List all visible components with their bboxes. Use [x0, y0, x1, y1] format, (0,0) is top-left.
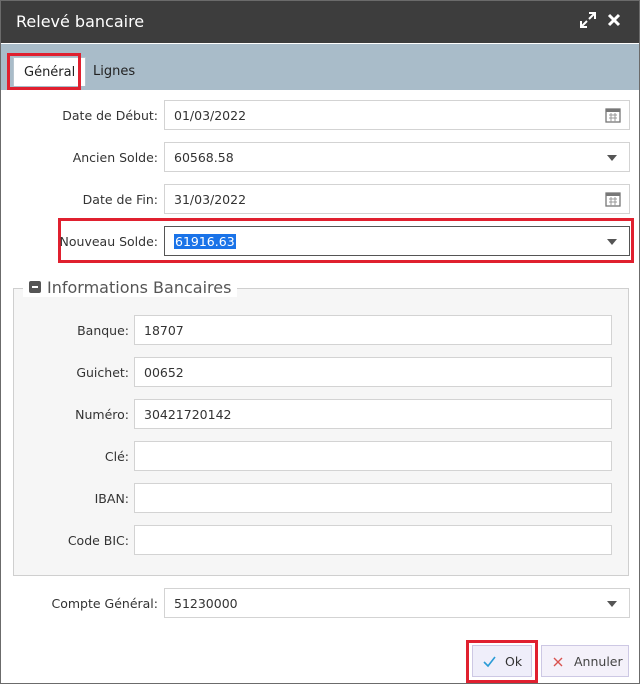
ok-button[interactable]: Ok: [472, 645, 532, 677]
date-debut-field[interactable]: 01/03/2022: [164, 100, 630, 130]
code-bic-label: Code BIC:: [67, 533, 129, 548]
ancien-solde-label: Ancien Solde:: [72, 150, 158, 165]
ancien-solde-field[interactable]: 60568.58: [164, 142, 630, 172]
collapse-icon[interactable]: [29, 280, 41, 293]
cancel-button[interactable]: Annuler: [541, 645, 629, 677]
compte-general-field[interactable]: 51230000: [164, 588, 630, 618]
check-icon: [483, 646, 496, 678]
nouveau-solde-label: Nouveau Solde:: [59, 234, 158, 249]
chevron-down-icon[interactable]: [607, 601, 617, 607]
compte-general-value: 51230000: [174, 596, 238, 611]
date-fin-value: 31/03/2022: [174, 192, 247, 207]
cle-field[interactable]: [134, 441, 612, 471]
tab-general[interactable]: Général: [13, 57, 87, 86]
banque-label: Banque:: [77, 323, 129, 338]
numero-field[interactable]: 30421720142: [134, 399, 612, 429]
bank-statement-dialog: Relevé bancaire Général Lignes Date de D…: [0, 0, 640, 684]
dialog-title: Relevé bancaire: [16, 12, 145, 31]
banque-value: 18707: [144, 323, 184, 338]
chevron-down-icon[interactable]: [607, 239, 617, 245]
nouveau-solde-field[interactable]: 61916.63: [164, 226, 630, 256]
iban-label: IBAN:: [94, 491, 129, 506]
date-fin-label: Date de Fin:: [82, 192, 158, 207]
chevron-down-icon[interactable]: [607, 155, 617, 161]
date-fin-field[interactable]: 31/03/2022: [164, 184, 630, 214]
date-debut-label: Date de Début:: [62, 108, 158, 123]
close-icon: [552, 646, 564, 678]
code-bic-field[interactable]: [134, 525, 612, 555]
guichet-label: Guichet:: [76, 365, 129, 380]
calendar-icon[interactable]: [605, 107, 621, 123]
expand-icon[interactable]: [579, 11, 597, 31]
cancel-button-label: Annuler: [574, 654, 623, 669]
bank-info-legend-text: Informations Bancaires: [47, 278, 232, 297]
tab-bar: Général Lignes: [1, 44, 639, 90]
date-debut-value: 01/03/2022: [174, 108, 247, 123]
bank-info-legend[interactable]: Informations Bancaires: [23, 278, 238, 297]
banque-field[interactable]: 18707: [134, 315, 612, 345]
compte-general-label: Compte Général:: [51, 596, 158, 611]
numero-label: Numéro:: [75, 407, 129, 422]
cle-label: Clé:: [104, 449, 129, 464]
ancien-solde-value: 60568.58: [174, 150, 234, 165]
guichet-field[interactable]: 00652: [134, 357, 612, 387]
guichet-value: 00652: [144, 365, 184, 380]
tab-lignes[interactable]: Lignes: [83, 57, 145, 87]
iban-field[interactable]: [134, 483, 612, 513]
close-icon[interactable]: [605, 11, 623, 31]
title-bar[interactable]: Relevé bancaire: [1, 1, 639, 43]
calendar-icon[interactable]: [605, 191, 621, 207]
nouveau-solde-value: 61916.63: [174, 234, 236, 249]
numero-value: 30421720142: [144, 407, 232, 422]
ok-button-label: Ok: [505, 654, 523, 669]
